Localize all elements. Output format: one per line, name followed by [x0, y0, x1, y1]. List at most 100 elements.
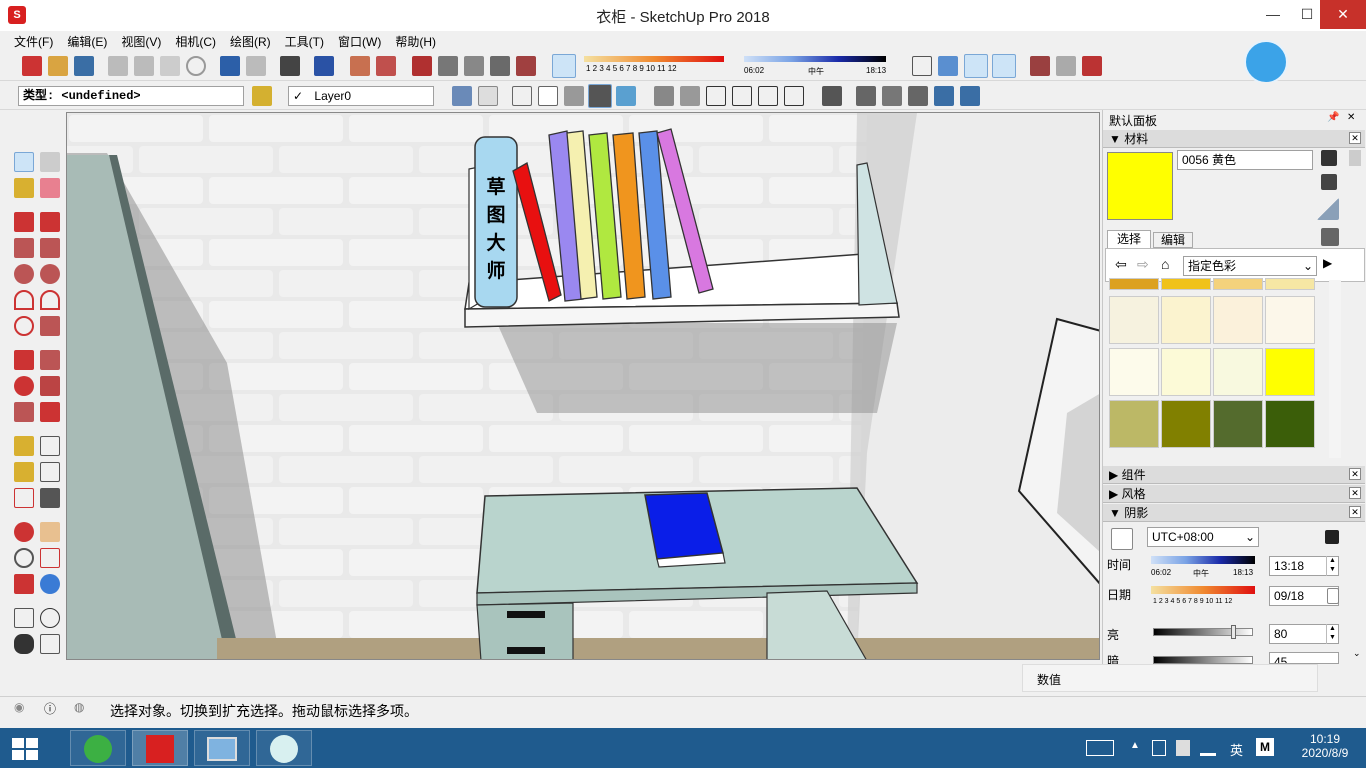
language-indicator[interactable]: 英: [1230, 740, 1243, 759]
materials-close-icon[interactable]: ✕: [1349, 132, 1361, 144]
display-section-icon[interactable]: [964, 54, 988, 78]
type-select[interactable]: 类型: <undefined>: [18, 86, 244, 106]
extension-icon[interactable]: [376, 56, 396, 76]
color-swatch[interactable]: [1265, 400, 1315, 448]
arc-icon[interactable]: [14, 290, 34, 310]
tab-select[interactable]: 选择: [1107, 230, 1151, 248]
right-view-icon[interactable]: [732, 86, 752, 106]
tray-pin-icon[interactable]: 📌: [1327, 112, 1339, 123]
make-component-icon[interactable]: [40, 152, 60, 172]
battery-icon[interactable]: [1152, 740, 1166, 756]
top-view-icon[interactable]: [680, 86, 700, 106]
two-point-arc-icon[interactable]: [40, 290, 60, 310]
axes-icon[interactable]: [14, 488, 34, 508]
warehouse-icon[interactable]: [350, 56, 370, 76]
view-compass-icon[interactable]: [1244, 40, 1288, 84]
menu-view[interactable]: 视图(V): [121, 31, 161, 52]
section-cut-icon[interactable]: [938, 56, 958, 76]
zoom-window-icon[interactable]: [40, 548, 60, 568]
split-icon[interactable]: [960, 86, 980, 106]
rotated-rectangle-icon[interactable]: [40, 238, 60, 258]
shadow-date-slider[interactable]: [1151, 586, 1255, 594]
trim-icon[interactable]: [934, 86, 954, 106]
shadows-close-icon[interactable]: ✕: [1349, 506, 1361, 518]
shaded-icon[interactable]: [564, 86, 584, 106]
move-icon[interactable]: [14, 350, 34, 370]
undo-icon[interactable]: [220, 56, 240, 76]
home-icon[interactable]: ⌂: [1161, 256, 1169, 272]
section-fill-icon[interactable]: [992, 54, 1016, 78]
menu-tools[interactable]: 工具(T): [285, 31, 324, 52]
preview-icon[interactable]: [490, 56, 510, 76]
modeling-viewport[interactable]: 草 图 大 师: [66, 112, 1100, 660]
new-file-icon[interactable]: [22, 56, 42, 76]
dark-value-field[interactable]: 45: [1269, 652, 1339, 664]
minimize-button[interactable]: —: [1256, 0, 1290, 29]
section-plane-tool-icon[interactable]: [40, 634, 60, 654]
select-arrow-icon[interactable]: [14, 152, 34, 172]
color-swatch[interactable]: [1109, 296, 1159, 344]
back-view-icon[interactable]: [758, 86, 778, 106]
taskbar-browser-icon[interactable]: [70, 730, 126, 766]
measurements-box[interactable]: 数值: [1022, 664, 1318, 692]
subtract-icon[interactable]: [908, 86, 928, 106]
photo-icon[interactable]: [516, 56, 536, 76]
menu-edit[interactable]: 编辑(E): [67, 31, 107, 52]
layer-select[interactable]: ✓ Layer0: [288, 86, 434, 106]
material-category-select[interactable]: 指定色彩 ⌄: [1183, 256, 1317, 276]
save-icon[interactable]: [74, 56, 94, 76]
add-location-icon[interactable]: [438, 56, 458, 76]
display-secondary-icon[interactable]: [1321, 150, 1337, 166]
menu-file[interactable]: 文件(F): [14, 31, 53, 52]
create-material-icon[interactable]: [1321, 174, 1337, 190]
color-swatch[interactable]: [1213, 400, 1263, 448]
iso-view-icon[interactable]: [654, 86, 674, 106]
ime-indicator[interactable]: M: [1256, 738, 1274, 756]
maximize-button[interactable]: ☐: [1290, 0, 1324, 29]
tray-expand-icon[interactable]: ▲: [1130, 740, 1140, 751]
pan-icon[interactable]: [40, 522, 60, 542]
styles-close-icon[interactable]: ✕: [1349, 487, 1361, 499]
swatch-scrollbar[interactable]: [1329, 280, 1341, 458]
taskbar-photos-icon[interactable]: [194, 730, 250, 766]
light-slider[interactable]: [1153, 625, 1253, 639]
clock[interactable]: 10:19 2020/8/9: [1290, 732, 1360, 760]
freehand-icon[interactable]: [40, 212, 60, 232]
left-view-icon[interactable]: [784, 86, 804, 106]
color-swatch[interactable]: [1265, 348, 1315, 396]
color-swatch[interactable]: [1213, 296, 1263, 344]
line-icon[interactable]: [14, 212, 34, 232]
photo-texture-icon[interactable]: [412, 56, 432, 76]
tray-close-icon[interactable]: ✕: [1347, 112, 1355, 123]
orbit-icon[interactable]: [14, 522, 34, 542]
sandbox-icon[interactable]: [1056, 56, 1076, 76]
close-button[interactable]: ✕: [1320, 0, 1366, 29]
rotate-icon[interactable]: [14, 376, 34, 396]
shadow-display-icon[interactable]: [1111, 528, 1133, 550]
back-arrow-icon[interactable]: ⇦: [1115, 256, 1127, 273]
start-button-icon[interactable]: [12, 738, 38, 760]
cut-icon[interactable]: [108, 56, 128, 76]
month-slider[interactable]: [584, 56, 724, 62]
copy-icon[interactable]: [134, 56, 154, 76]
menu-camera[interactable]: 相机(C): [175, 31, 216, 52]
tab-edit[interactable]: 编辑: [1153, 232, 1193, 248]
forward-arrow-icon[interactable]: ⇨: [1137, 256, 1149, 273]
shadows-header[interactable]: ▼ 阴影 ✕: [1103, 504, 1365, 522]
outer-shell-icon[interactable]: [822, 86, 842, 106]
zoom-extents-icon[interactable]: [14, 574, 34, 594]
protractor-icon[interactable]: [14, 462, 34, 482]
position-camera-icon[interactable]: [14, 608, 34, 628]
shadow-toggle-icon[interactable]: [552, 54, 576, 78]
polygon-icon[interactable]: [40, 264, 60, 284]
color-swatch[interactable]: [1265, 296, 1315, 344]
color-swatch[interactable]: [1161, 400, 1211, 448]
smoove-icon[interactable]: [1082, 56, 1102, 76]
print-icon[interactable]: [280, 56, 300, 76]
color-swatch[interactable]: [1265, 278, 1315, 290]
circle-icon[interactable]: [14, 264, 34, 284]
color-swatch[interactable]: [1161, 296, 1211, 344]
material-name-field[interactable]: 0056 黄色: [1177, 150, 1313, 170]
network-icon[interactable]: [1176, 740, 1190, 756]
color-swatch[interactable]: [1109, 278, 1159, 290]
